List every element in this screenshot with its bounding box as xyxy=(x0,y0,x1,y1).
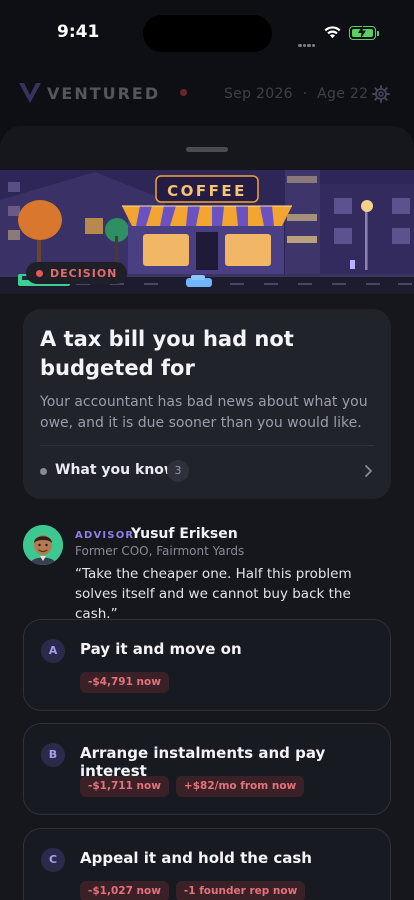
status-time: 9:41 xyxy=(57,22,100,42)
advisor-avatar xyxy=(23,525,63,565)
ventured-logo-icon xyxy=(19,83,41,103)
game-date: Sep 2026 xyxy=(224,86,293,102)
option-title: Pay it and move on xyxy=(80,640,242,658)
option-letter: A xyxy=(41,639,65,663)
sheet-drag-handle[interactable] xyxy=(186,147,228,152)
brand-name: VENTURED xyxy=(47,84,161,103)
effect-chip: -$4,791 now xyxy=(80,672,169,693)
meta-separator: · xyxy=(302,86,308,102)
option-effects: -$4,791 now xyxy=(80,672,176,693)
game-date-age: Sep 2026 · Age 22 xyxy=(224,86,368,102)
advisor-role: Former COO, Fairmont Yards xyxy=(75,544,245,558)
decision-label: DECISION xyxy=(50,266,118,280)
event-card: A tax bill you had not budgeted for Your… xyxy=(23,309,391,499)
effect-chip: +$82/mo from now xyxy=(175,776,305,797)
option-letter: B xyxy=(41,743,65,767)
cellular-signal-icon xyxy=(298,32,316,47)
app-header: VENTURED Sep 2026 · Age 22 xyxy=(0,78,414,110)
player-age: Age 22 xyxy=(317,86,369,102)
advisor-quote: “Take the cheaper one. Half this problem… xyxy=(75,566,352,622)
option-letter: C xyxy=(41,848,65,872)
effect-chip: -$1,711 now xyxy=(80,776,169,797)
advisor-tag: ADVISOR xyxy=(75,530,135,541)
shop-sign: COFFEE xyxy=(167,182,247,200)
alert-indicator xyxy=(178,87,189,98)
option-card-b[interactable]: B Arrange instalments and pay interest -… xyxy=(23,723,391,815)
event-title: A tax bill you had not budgeted for xyxy=(40,327,294,380)
event-description: Your accountant has bad news about what … xyxy=(40,394,368,431)
what-you-know-count: 3 xyxy=(167,460,189,482)
decision-dot xyxy=(36,269,43,277)
what-you-know-row[interactable]: What you know 3 xyxy=(23,446,391,499)
wifi-icon xyxy=(324,26,341,39)
advisor-portrait-icon xyxy=(23,525,63,565)
option-effects: -$1,711 now +$82/mo from now xyxy=(80,776,311,797)
dynamic-island xyxy=(143,15,272,52)
battery-icon xyxy=(349,25,379,40)
advisor-name: Yusuf Eriksen xyxy=(131,526,238,542)
option-card-a[interactable]: A Pay it and move on -$4,791 now xyxy=(23,619,391,711)
option-effects: -$1,027 now -1 founder rep now xyxy=(80,881,312,900)
option-card-c[interactable]: C Appeal it and hold the cash -$1,027 no… xyxy=(23,828,391,900)
settings-gear-icon[interactable] xyxy=(372,85,390,103)
option-title: Appeal it and hold the cash xyxy=(80,849,312,867)
effect-chip: -$1,027 now xyxy=(80,881,169,900)
effect-chip: -1 founder rep now xyxy=(175,881,306,900)
chevron-right-icon xyxy=(365,465,372,477)
what-you-know-label: What you know xyxy=(55,462,177,478)
option-title: Arrange instalments and pay interest xyxy=(80,744,326,780)
status-bar: 9:41 xyxy=(0,0,414,60)
decision-badge: DECISION xyxy=(26,262,128,284)
bullet-dot xyxy=(40,468,47,475)
